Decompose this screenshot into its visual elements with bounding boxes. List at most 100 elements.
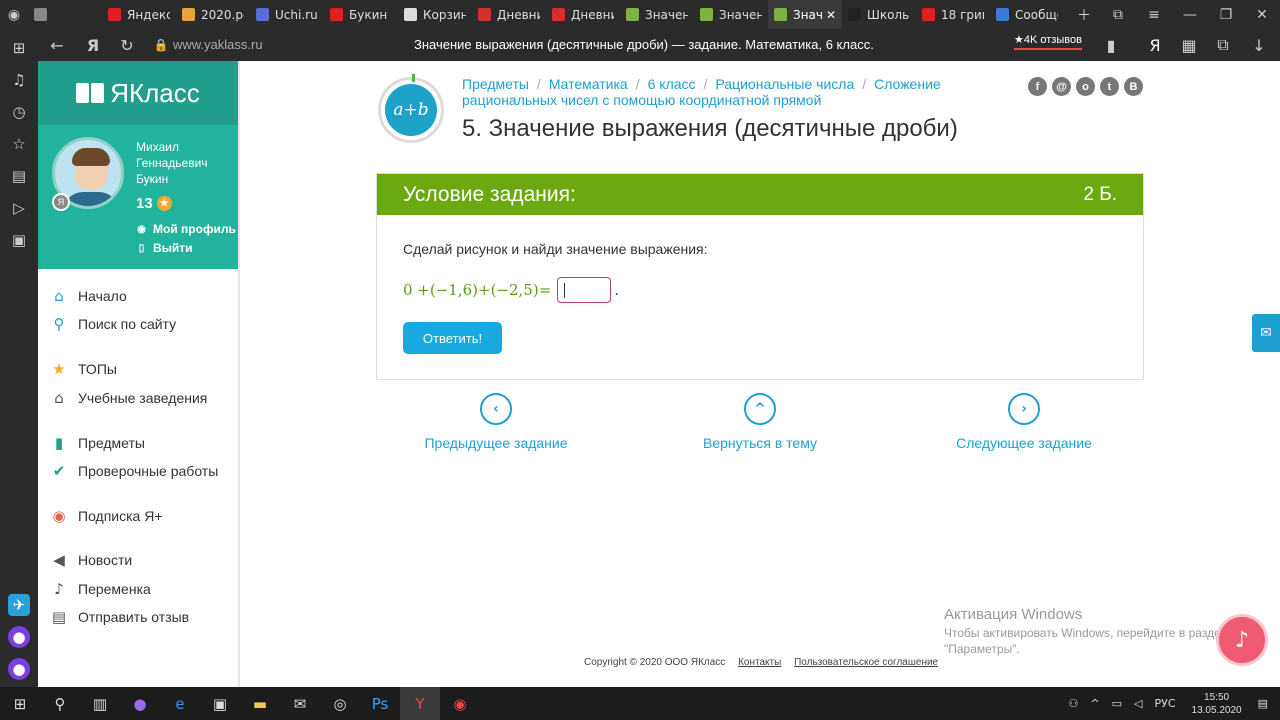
back-to-topic-link[interactable]: ^ Вернуться в тему <box>665 393 855 451</box>
menu-item-break[interactable]: ♪ Переменка <box>50 578 151 600</box>
menu-item-news[interactable]: ◀ Новости <box>50 549 132 571</box>
network-icon[interactable]: ▭ <box>1112 697 1122 710</box>
notifications-icon[interactable]: ♫ <box>8 69 30 91</box>
volume-icon[interactable]: ◁ <box>1134 697 1142 710</box>
logout-link[interactable]: ▯ Выйти <box>136 241 193 255</box>
video-icon[interactable]: ▷ <box>8 197 30 219</box>
menu-item-subscription[interactable]: ◉ Подписка Я+ <box>50 505 162 527</box>
browser-tab[interactable]: Значен <box>620 0 694 29</box>
breadcrumb-item-cont[interactable]: рациональных чисел с помощью координатно… <box>462 92 821 108</box>
contacts-link[interactable]: Контакты <box>738 657 781 668</box>
reload-icon[interactable]: ↻ <box>112 29 142 61</box>
breadcrumb-item[interactable]: Рациональные числа <box>715 76 854 92</box>
browser-tab[interactable]: Яндекс <box>102 0 176 29</box>
menu-item-subjects[interactable]: ▮ Предметы <box>50 432 145 454</box>
browser-logo-icon[interactable]: ◉ <box>0 0 28 29</box>
zen-icon[interactable]: ▤ <box>8 165 30 187</box>
breadcrumb-item[interactable]: 6 класс <box>648 76 696 92</box>
browser-tab[interactable]: 18 грив <box>916 0 990 29</box>
windows-start-icon[interactable]: ⊞ <box>0 687 40 720</box>
submit-button[interactable]: Ответить! <box>403 322 502 354</box>
browser-tab[interactable]: Значен <box>694 0 768 29</box>
bookmark-icon[interactable]: ▮ <box>1096 29 1126 61</box>
menu-item-search[interactable]: ⚲ Поиск по сайту <box>50 313 177 335</box>
facebook-icon[interactable]: f <box>1028 77 1047 96</box>
mail-icon[interactable]: @ <box>1052 77 1071 96</box>
menu-item-home[interactable]: ⌂ Начало <box>50 285 127 307</box>
breadcrumb-item[interactable]: Сложение <box>874 76 941 92</box>
prev-task-link[interactable]: ‹ Предыдущее задание <box>401 393 591 451</box>
chevron-right-icon: › <box>1008 393 1040 425</box>
recorder-icon[interactable]: ◉ <box>440 687 480 720</box>
browser-tab[interactable]: Сообще <box>990 0 1064 29</box>
photoshop-icon[interactable]: Ps <box>360 687 400 720</box>
browser-tab[interactable]: Дневни <box>472 0 546 29</box>
vk-icon[interactable]: B <box>1124 77 1143 96</box>
browser-tab[interactable]: 2020.ро <box>176 0 250 29</box>
store-icon[interactable]: ▣ <box>200 687 240 720</box>
people-icon[interactable]: ⚇ <box>1069 697 1079 710</box>
clock[interactable]: 15:50 13.05.2020 <box>1192 691 1242 717</box>
menu-item-feedback[interactable]: ▤ Отправить отзыв <box>50 606 189 628</box>
extension-icon[interactable]: ▦ <box>1174 29 1204 61</box>
profile-link-label: Мой профиль <box>153 222 236 236</box>
menu-item-institutions[interactable]: ⌂ Учебные заведения <box>50 387 207 409</box>
action-center-icon[interactable]: ▤ <box>1258 697 1268 710</box>
minimize-icon[interactable]: — <box>1172 0 1208 29</box>
coin-icon: ★ <box>156 196 172 211</box>
breadcrumb-item[interactable]: Математика <box>549 76 628 92</box>
reviews-badge[interactable]: ★4K отзывов <box>1014 33 1082 50</box>
file-explorer-icon[interactable]: ▬ <box>240 687 280 720</box>
browser-tab[interactable]: Знач ✕ <box>768 0 842 29</box>
browser-tab[interactable]: Корзин <box>398 0 472 29</box>
tab-close-icon[interactable]: ✕ <box>826 8 836 22</box>
chevron-up-icon[interactable]: ^ <box>1090 697 1099 710</box>
collections-icon[interactable]: ⧉ <box>1100 0 1136 29</box>
close-icon[interactable]: ✕ <box>1244 0 1280 29</box>
bookmarks-icon[interactable]: ☆ <box>8 133 30 155</box>
history-icon[interactable]: ◷ <box>8 101 30 123</box>
calendar-icon[interactable]: ▣ <box>8 229 30 251</box>
alice-icon[interactable]: ● <box>120 687 160 720</box>
back-icon[interactable]: ← <box>42 29 72 61</box>
notifications-bell-icon[interactable]: ♪ <box>1216 614 1268 666</box>
twitter-icon[interactable]: t <box>1100 77 1119 96</box>
task-view-icon[interactable]: ▥ <box>80 687 120 720</box>
envelope-icon[interactable]: ✉ <box>1252 314 1280 352</box>
assistant-icon[interactable]: ● <box>8 658 30 680</box>
url-text[interactable]: www.yaklass.ru <box>173 37 263 52</box>
menu-icon[interactable]: ≡ <box>1136 0 1172 29</box>
yandex-icon[interactable]: Я <box>78 29 108 61</box>
edge-icon[interactable]: e <box>160 687 200 720</box>
app-icon[interactable]: ◎ <box>320 687 360 720</box>
answer-input[interactable] <box>557 277 612 303</box>
mail-icon[interactable]: ✉ <box>280 687 320 720</box>
odnoklassniki-icon[interactable]: o <box>1076 77 1095 96</box>
browser-tab[interactable]: Дневни <box>546 0 620 29</box>
browser-tab[interactable]: Школьн <box>842 0 916 29</box>
yandex-browser-icon[interactable]: Y <box>400 687 440 720</box>
restore-icon[interactable]: ❐ <box>1208 0 1244 29</box>
language-indicator[interactable]: РУС <box>1155 697 1176 710</box>
agreement-link[interactable]: Пользовательское соглашение <box>794 657 938 668</box>
star-icon <box>330 8 343 21</box>
site-logo[interactable]: ЯКласс <box>38 61 238 125</box>
apps-icon[interactable]: ⊞ <box>8 37 30 59</box>
profile-link[interactable]: ◉ Мой профиль <box>136 222 236 236</box>
search-icon[interactable]: ⚲ <box>40 687 80 720</box>
browser-tab[interactable] <box>28 0 102 29</box>
download-icon[interactable]: ↓ <box>1244 29 1274 61</box>
yandex-account-icon[interactable]: Я <box>1140 29 1170 61</box>
footer: Copyright © 2020 ООО ЯКласс Контакты Пол… <box>584 657 938 668</box>
collections-icon[interactable]: ⧉ <box>1208 29 1238 61</box>
menu-item-tops[interactable]: ★ ТОПы <box>50 358 117 380</box>
site-sidebar: ЯКласс Я Михаил Геннадьевич Букин 13 ★ ◉… <box>38 61 240 687</box>
browser-tab[interactable]: Букин М <box>324 0 398 29</box>
menu-item-tests[interactable]: ✔ Проверочные работы <box>50 460 219 482</box>
telegram-icon[interactable]: ✈ <box>8 594 30 616</box>
next-task-link[interactable]: › Следующее задание <box>929 393 1119 451</box>
new-tab-icon[interactable]: ＋ <box>1070 0 1098 29</box>
alice-icon[interactable]: ● <box>8 626 30 648</box>
breadcrumb-item[interactable]: Предметы <box>462 76 529 92</box>
browser-tab[interactable]: Uchi.ru <box>250 0 324 29</box>
